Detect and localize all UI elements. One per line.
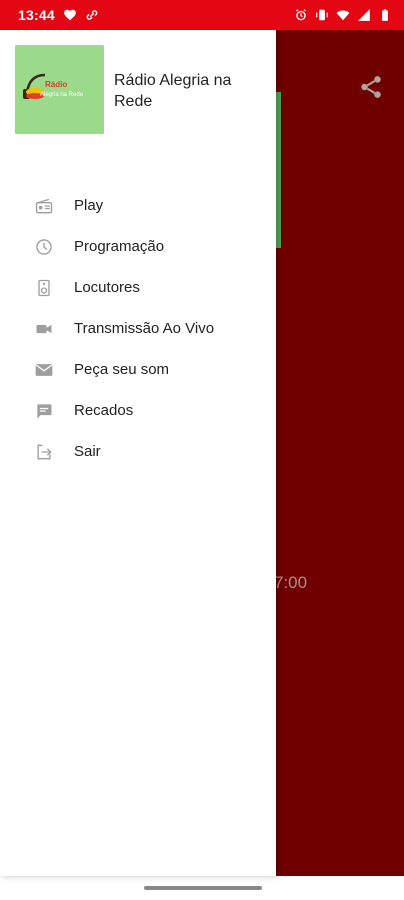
menu-item-label: Programação <box>74 238 165 255</box>
status-time: 13:44 <box>18 7 55 23</box>
system-navigation-bar <box>0 876 404 900</box>
alarm-icon <box>296 9 306 21</box>
menu-item-label: Play <box>74 197 104 214</box>
menu-item-label: Transmissão Ao Vivo <box>74 320 215 337</box>
signal-icon <box>358 9 370 21</box>
menu-item-sair[interactable]: Sair <box>0 431 276 472</box>
exit-icon <box>34 442 54 462</box>
chat-icon <box>34 401 54 421</box>
menu-item-label: Recados <box>74 402 134 419</box>
svg-text:Rádio: Rádio <box>45 80 67 89</box>
app-title: Rádio Alegria na Rede <box>114 72 232 110</box>
app-logo: Rádio Alegria na Rede <box>15 45 104 134</box>
mail-icon <box>34 360 54 380</box>
radio-icon <box>34 196 54 216</box>
menu-item-peca-seu-som[interactable]: Peça seu som <box>0 349 276 390</box>
video-camera-icon <box>34 319 54 339</box>
status-bar: 13:44 <box>0 0 404 30</box>
app-background-screen[interactable]: 7:00 <box>274 30 404 876</box>
menu-item-programacao[interactable]: Programação <box>0 226 276 267</box>
heart-notification-icon <box>63 9 76 21</box>
clock-icon <box>34 237 54 257</box>
wifi-icon <box>336 10 350 21</box>
radio-logo-icon: Rádio Alegria na Rede <box>15 45 104 134</box>
share-icon[interactable] <box>358 74 384 100</box>
link-icon <box>86 10 98 20</box>
menu-item-label: Locutores <box>74 279 140 296</box>
vibrate-icon <box>316 9 328 21</box>
menu-item-play[interactable]: Play <box>0 185 276 226</box>
battery-icon <box>382 9 388 21</box>
menu-item-label: Sair <box>74 443 101 460</box>
drawer-header: Rádio Alegria na Rede Rádio Alegria na R… <box>15 45 276 135</box>
schedule-time: 7:00 <box>274 573 308 592</box>
menu-item-locutores[interactable]: Locutores <box>0 267 276 308</box>
drawer-menu: Play Programação Locutores Transmissão A… <box>0 185 276 472</box>
player-card-edge <box>276 92 281 248</box>
gesture-handle[interactable] <box>144 886 262 890</box>
svg-text:Alegria na Rede: Alegria na Rede <box>40 92 84 98</box>
menu-item-label: Peça seu som <box>74 361 170 378</box>
menu-item-recados[interactable]: Recados <box>0 390 276 431</box>
speaker-icon <box>34 278 54 298</box>
menu-item-transmissao-ao-vivo[interactable]: Transmissão Ao Vivo <box>0 308 276 349</box>
navigation-drawer: Rádio Alegria na Rede Rádio Alegria na R… <box>0 30 276 876</box>
